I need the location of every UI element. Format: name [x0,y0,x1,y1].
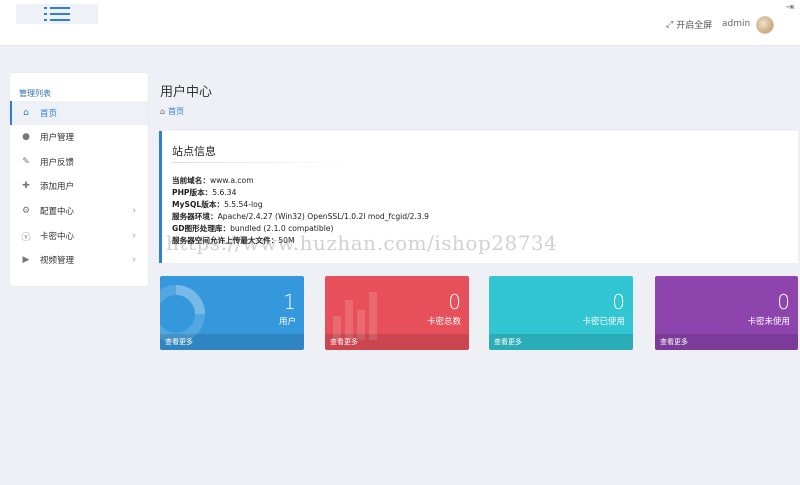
view-more-link[interactable]: 查看更多 [325,334,469,350]
view-more-link[interactable]: 查看更多 [160,334,304,350]
stat-label: 用户 [278,317,296,327]
sidebar-item-label: 添加用户 [40,182,75,192]
edit-icon: ✎ [22,157,30,167]
stat-card-used[interactable]: 0 卡密已使用 查看更多 [489,276,633,350]
site-info-title: 站点信息 [172,145,216,158]
expand-icon: ⤢ [666,19,674,30]
sidebar-item-card-center[interactable]: ⓥ 卡密中心 › [10,224,148,248]
sidebar: 管理列表 ⌂ 首页 ● 用户管理 ✎ 用户反馈 ✚ 添加用户 ⚙ 配置中心 › … [10,73,148,286]
watermark: https://www.huzhan.com/ishop28734 [166,231,558,255]
sidebar-item-home[interactable]: ⌂ 首页 [10,101,148,125]
site-info-mysql-version: MySQL版本：5.5.54-log [172,200,263,209]
sidebar-item-label: 配置中心 [40,207,75,217]
sidebar-item-label: 用户反馈 [40,158,75,168]
fullscreen-button[interactable]: ⤢ 开启全屏 [666,18,713,32]
sidebar-item-config-center[interactable]: ⚙ 配置中心 › [10,199,148,223]
stat-value: 1 [283,290,296,314]
stat-value: 0 [448,290,461,314]
view-more-link[interactable]: 查看更多 [489,334,633,350]
add-user-icon: ✚ [22,181,30,191]
chevron-right-icon: › [132,231,136,241]
sidebar-item-user-feedback[interactable]: ✎ 用户反馈 [10,150,148,174]
admin-username[interactable]: admin [722,19,750,29]
page-title: 用户中心 [160,85,213,100]
stat-card-unused[interactable]: 0 卡密未使用 查看更多 [655,276,798,350]
stat-label: 卡密未使用 [747,317,790,327]
hamburger-icon [44,6,70,22]
sidebar-item-label: 视频管理 [40,256,75,266]
stat-value: 0 [777,290,790,314]
v-badge-icon: ⓥ [21,232,31,243]
sidebar-item-add-user[interactable]: ✚ 添加用户 [10,174,148,198]
home-icon: ⌂ [23,108,29,118]
site-info-domain: 当前域名：www.a.com [172,176,254,185]
view-more-link[interactable]: 查看更多 [655,334,798,350]
gear-icon: ⚙ [21,206,31,216]
sidebar-title: 管理列表 [19,89,51,98]
sidebar-item-user-management[interactable]: ● 用户管理 [10,125,148,149]
breadcrumb[interactable]: ⌂ 首页 [160,106,184,117]
sidebar-item-video-management[interactable]: ▶ 视频管理 › [10,248,148,272]
stat-card-users[interactable]: 1 用户 查看更多 [160,276,304,350]
avatar[interactable] [756,16,774,34]
chevron-right-icon: › [132,206,136,216]
divider [172,162,352,163]
sidebar-toggle-button[interactable] [16,4,98,24]
user-icon: ● [22,132,30,142]
logout-icon[interactable]: ⇥ [786,2,794,13]
fullscreen-label: 开启全屏 [676,21,713,31]
top-bar: ⇥ ⤢ 开启全屏 admin [0,0,800,46]
play-icon: ▶ [22,255,30,265]
breadcrumb-home[interactable]: 首页 [168,106,184,117]
stat-label: 卡密总数 [426,317,461,327]
sidebar-item-label: 用户管理 [40,133,75,143]
site-info-php-version: PHP版本：5.6.34 [172,188,237,197]
bar-chart-deco-icon [333,292,377,340]
stat-value: 0 [612,290,625,314]
site-info-server-env: 服务器环境：Apache/2.4.27 (Win32) OpenSSL/1.0.… [172,212,429,221]
stat-card-total[interactable]: 0 卡密总数 查看更多 [325,276,469,350]
stat-label: 卡密已使用 [582,317,625,327]
sidebar-item-label: 首页 [40,109,58,119]
sidebar-item-label: 卡密中心 [40,232,75,242]
chevron-right-icon: › [132,255,136,265]
home-icon: ⌂ [160,107,166,116]
